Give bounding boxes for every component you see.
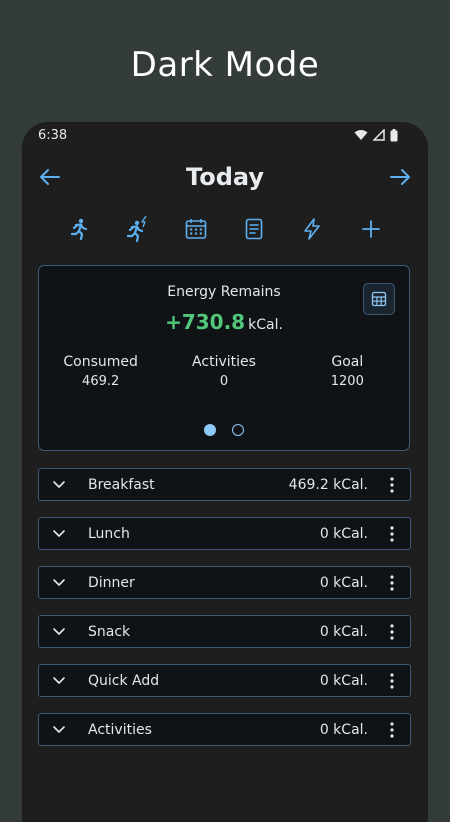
stat-label: Consumed [63, 354, 138, 370]
page-dot-active[interactable] [204, 424, 216, 436]
energy-unit: kCal. [248, 317, 283, 333]
runner-bolt-icon [127, 215, 148, 243]
status-icons [354, 128, 398, 142]
document-icon [245, 218, 263, 240]
meal-name: Lunch [88, 525, 130, 542]
stat-value: 1200 [330, 374, 364, 389]
energy-button[interactable] [297, 214, 327, 244]
stat-label: Activities [192, 354, 256, 370]
table-view-button[interactable] [363, 283, 395, 315]
previous-day-button[interactable] [38, 165, 62, 189]
energy-summary-card: Energy Remains +730.8 kCal. Consumed 469.… [38, 265, 410, 451]
banner-title: Dark Mode [130, 45, 320, 85]
stat-activities: Activities 0 [162, 354, 285, 389]
wifi-icon [354, 130, 368, 140]
toolbar [22, 206, 428, 252]
meal-row-snack[interactable]: Snack 0 kCal. [38, 615, 411, 648]
meal-name: Quick Add [88, 672, 160, 689]
more-vert-icon[interactable] [382, 476, 402, 493]
more-vert-icon[interactable] [382, 721, 402, 738]
more-vert-icon[interactable] [382, 574, 402, 591]
energy-title: Energy Remains [167, 284, 281, 300]
chevron-down-icon [52, 578, 76, 587]
meal-kcal: 469.2 kCal. [288, 476, 368, 493]
meal-kcal: 0 kCal. [319, 525, 368, 542]
add-exercise-button[interactable] [64, 214, 94, 244]
energy-remaining-value: +730.8 [165, 310, 246, 334]
meal-row-lunch[interactable]: Lunch 0 kCal. [38, 517, 411, 550]
stat-value: 0 [219, 374, 229, 389]
meal-row-dinner[interactable]: Dinner 0 kCal. [38, 566, 411, 599]
more-vert-icon[interactable] [382, 525, 402, 542]
meal-row-breakfast[interactable]: Breakfast 469.2 kCal. [38, 468, 411, 501]
chevron-down-icon [52, 725, 76, 734]
meal-name: Dinner [88, 574, 135, 591]
promo-banner: Dark Mode [0, 0, 450, 118]
meal-list: Breakfast 469.2 kCal. Lunch 0 kCal. Dinn… [38, 468, 411, 762]
energy-value-row: +730.8 kCal. [39, 310, 409, 334]
stat-consumed: Consumed 469.2 [39, 354, 162, 389]
meal-kcal: 0 kCal. [319, 574, 368, 591]
calendar-button[interactable] [181, 214, 211, 244]
next-day-button[interactable] [388, 165, 412, 189]
energy-stats: Consumed 469.2 Activities 0 Goal 1200 [39, 354, 409, 389]
more-vert-icon[interactable] [382, 672, 402, 689]
phone-screen: 6:38 Today Energy Remains +730.8 kCal. C… [22, 122, 428, 822]
meal-row-activities[interactable]: Activities 0 kCal. [38, 713, 411, 746]
arrow-right-icon [389, 169, 410, 185]
page-title: Today [186, 163, 264, 191]
signal-icon [373, 129, 385, 141]
meal-kcal: 0 kCal. [319, 721, 368, 738]
arrow-left-icon [40, 169, 60, 185]
chevron-down-icon [52, 676, 76, 685]
top-bar: Today [22, 148, 428, 206]
meal-kcal: 0 kCal. [319, 672, 368, 689]
chevron-down-icon [52, 529, 76, 538]
meal-name: Breakfast [88, 476, 155, 493]
status-time: 6:38 [38, 127, 68, 143]
meal-name: Snack [88, 623, 131, 640]
bolt-icon [304, 218, 321, 240]
page-dot[interactable] [232, 424, 244, 436]
meal-row-quick-add[interactable]: Quick Add 0 kCal. [38, 664, 411, 697]
stat-label: Goal [331, 354, 364, 370]
chevron-down-icon [52, 480, 76, 489]
page-indicator [39, 424, 409, 436]
more-vert-icon[interactable] [382, 623, 402, 640]
runner-icon [71, 218, 88, 241]
stat-value: 469.2 [82, 374, 120, 389]
quick-exercise-button[interactable] [122, 214, 152, 244]
stat-goal: Goal 1200 [286, 354, 409, 389]
meal-kcal: 0 kCal. [319, 623, 368, 640]
meal-name: Activities [88, 721, 152, 738]
chevron-down-icon [52, 627, 76, 636]
status-bar: 6:38 [22, 122, 428, 148]
battery-icon [390, 128, 398, 141]
add-button[interactable] [356, 214, 386, 244]
plus-icon [361, 220, 380, 238]
report-button[interactable] [239, 214, 269, 244]
table-icon [371, 291, 387, 307]
calendar-icon [185, 219, 207, 239]
